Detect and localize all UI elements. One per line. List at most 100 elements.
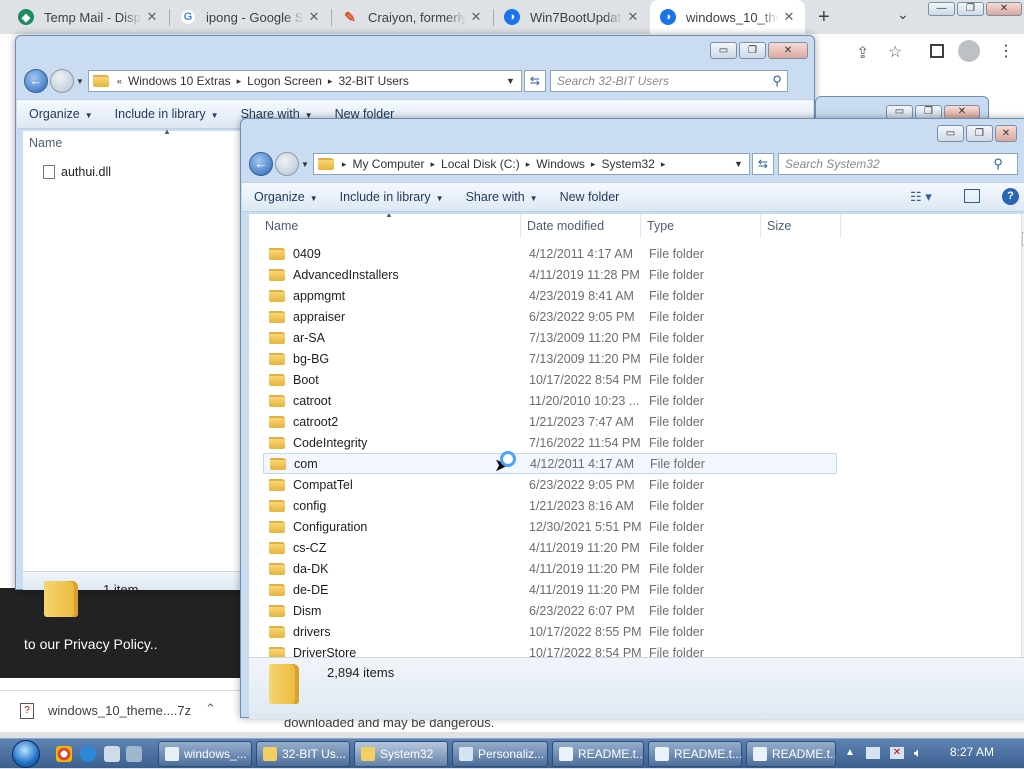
control-panel-icon[interactable]: [126, 746, 142, 762]
breadcrumb-item[interactable]: Windows: [536, 157, 585, 171]
share-icon[interactable]: ⇪: [856, 43, 869, 63]
column-header-name[interactable]: Name: [23, 131, 253, 155]
column-header-type[interactable]: Type: [641, 214, 761, 238]
browser-tab[interactable]: G ipong - Google Search ✕: [170, 0, 330, 34]
minimize-button[interactable]: ▭: [710, 42, 737, 59]
folder-row[interactable]: cs-CZ 4/11/2019 11:20 PM File folder: [263, 537, 837, 558]
taskbar-button[interactable]: 32-BIT Us...: [256, 741, 350, 767]
network-icon[interactable]: [866, 747, 880, 759]
back-arrow-icon[interactable]: ←: [249, 152, 273, 176]
bookmark-star-icon[interactable]: ☆: [888, 42, 902, 62]
close-tab-icon[interactable]: ✕: [304, 9, 324, 25]
browser-tab-active[interactable]: ◑ windows_10_theme ✕: [650, 0, 805, 34]
internet-explorer-icon[interactable]: [80, 746, 96, 762]
maximize-button[interactable]: ❐: [966, 125, 993, 142]
taskbar-button[interactable]: README.t...: [552, 741, 644, 767]
address-bar[interactable]: « Windows 10 Extras ▸ Logon Screen ▸ 32-BI…: [87, 70, 522, 92]
close-tab-icon[interactable]: ✕: [623, 9, 643, 25]
maximize-button[interactable]: ❐: [739, 42, 766, 59]
folder-row[interactable]: appraiser 6/23/2022 9:05 PM File folder: [263, 306, 837, 327]
close-button[interactable]: ✕: [995, 125, 1017, 142]
include-in-library-menu[interactable]: Include in library ▼: [115, 107, 219, 121]
chrome-icon[interactable]: [56, 746, 72, 762]
refresh-icon[interactable]: ⇆: [523, 70, 546, 92]
folder-row[interactable]: CompatTel 6/23/2022 9:05 PM File folder: [263, 474, 837, 495]
maximize-button[interactable]: ❐: [915, 105, 942, 119]
side-panel-icon[interactable]: [930, 44, 944, 58]
search-icon[interactable]: ⚲: [772, 73, 782, 89]
chevron-up-icon[interactable]: ⌃: [205, 701, 216, 717]
clock[interactable]: 8:27 AM: [950, 745, 994, 759]
taskbar-button[interactable]: README.t...: [746, 741, 836, 767]
forward-arrow-icon[interactable]: [275, 152, 299, 176]
folder-row[interactable]: da-DK 4/11/2019 11:20 PM File folder: [263, 558, 837, 579]
close-button[interactable]: ✕: [986, 2, 1022, 16]
breadcrumb-item[interactable]: 32-BIT Users: [338, 74, 408, 88]
organize-menu[interactable]: Organize ▼: [29, 107, 93, 121]
folder-row[interactable]: AdvancedInstallers 4/11/2019 11:28 PM File…: [263, 264, 837, 285]
back-arrow-icon[interactable]: ←: [24, 69, 48, 93]
folder-row[interactable]: 0409 4/12/2011 4:17 AM File folder: [263, 243, 837, 264]
tab-search-icon[interactable]: ⌄: [897, 6, 909, 23]
profile-avatar-icon[interactable]: [958, 40, 980, 62]
new-tab-button[interactable]: +: [818, 6, 830, 29]
folder-row[interactable]: Configuration 12/30/2021 5:51 PM File fold…: [263, 516, 837, 537]
folder-row[interactable]: catroot 11/20/2010 10:23 ... File folder: [263, 390, 837, 411]
breadcrumb-item[interactable]: Windows 10 Extras: [128, 74, 231, 88]
close-button[interactable]: ✕: [944, 105, 980, 119]
chevron-down-icon[interactable]: ▼: [301, 160, 309, 169]
breadcrumb-item[interactable]: Logon Screen: [247, 74, 322, 88]
taskbar-button[interactable]: README.t...: [648, 741, 742, 767]
folder-row[interactable]: Dism 6/23/2022 6:07 PM File folder: [263, 600, 837, 621]
column-header-date[interactable]: Date modified: [521, 214, 641, 238]
refresh-icon[interactable]: ⇆: [751, 153, 774, 175]
folder-row[interactable]: appmgmt 4/23/2019 8:41 AM File folder: [263, 285, 837, 306]
folder-row[interactable]: config 1/21/2023 8:16 AM File folder: [263, 495, 837, 516]
close-tab-icon[interactable]: ✕: [779, 9, 799, 25]
breadcrumb-item[interactable]: My Computer: [352, 157, 424, 171]
folder-row[interactable]: Boot 10/17/2022 8:54 PM File folder: [263, 369, 837, 390]
folder-row[interactable]: com 4/12/2011 4:17 AM File folder: [263, 453, 837, 474]
action-center-icon[interactable]: ✕: [890, 747, 904, 759]
breadcrumb-item[interactable]: System32: [601, 157, 654, 171]
folder-row[interactable]: de-DE 4/11/2019 11:20 PM File folder: [263, 579, 837, 600]
chevron-down-icon[interactable]: ▼: [76, 77, 84, 86]
search-input[interactable]: Search System32 ⚲: [777, 153, 1018, 175]
change-view-icon[interactable]: ☷ ▾: [910, 189, 932, 205]
browser-tab[interactable]: ◆ Temp Mail - Disposable ✕: [8, 0, 168, 34]
minimize-button[interactable]: ▭: [937, 125, 964, 142]
folder-row[interactable]: CodeIntegrity 7/16/2022 11:54 PM File fold…: [263, 432, 837, 453]
file-row[interactable]: authui.dll: [23, 161, 223, 182]
taskbar-button[interactable]: windows_...: [158, 741, 252, 767]
chrome-menu-icon[interactable]: ⋮: [998, 41, 1014, 61]
search-input[interactable]: Search 32-BIT Users ⚲: [549, 70, 788, 92]
minimize-button[interactable]: —: [928, 2, 955, 16]
maximize-button[interactable]: ❐: [957, 2, 984, 16]
taskbar-button[interactable]: Personaliz...: [452, 741, 548, 767]
folder-row[interactable]: drivers 10/17/2022 8:55 PM File folder: [263, 621, 837, 642]
search-icon[interactable]: ⚲: [993, 156, 1003, 172]
breadcrumb-item[interactable]: Local Disk (C:): [441, 157, 520, 171]
close-tab-icon[interactable]: ✕: [466, 9, 486, 25]
minimize-button[interactable]: ▭: [886, 105, 913, 119]
close-tab-icon[interactable]: ✕: [142, 9, 162, 25]
taskbar-button[interactable]: System32: [354, 741, 448, 767]
folder-row[interactable]: catroot2 1/21/2023 7:47 AM File folder: [263, 411, 837, 432]
tray-expand-icon[interactable]: ▲: [845, 747, 855, 758]
folder-row[interactable]: ar-SA 7/13/2009 11:20 PM File folder: [263, 327, 837, 348]
help-icon[interactable]: ?: [1002, 188, 1019, 205]
preview-pane-icon[interactable]: [964, 189, 980, 203]
browser-tab[interactable]: ✎ Craiyon, formerly DALL-E ✕: [332, 0, 492, 34]
download-filename[interactable]: windows_10_theme....7z: [48, 703, 191, 718]
share-with-menu[interactable]: Share with ▼: [466, 190, 538, 204]
folder-row[interactable]: bg-BG 7/13/2009 11:20 PM File folder: [263, 348, 837, 369]
volume-icon[interactable]: 🔈︎: [914, 745, 922, 761]
address-bar[interactable]: ▸ My Computer ▸ Local Disk (C:) ▸ Windows ▸…: [312, 153, 750, 175]
folder-row[interactable]: DriverStore 10/17/2022 8:54 PM File folder: [263, 642, 837, 657]
include-in-library-menu[interactable]: Include in library ▼: [340, 190, 444, 204]
new-folder-button[interactable]: New folder: [560, 190, 620, 204]
organize-menu[interactable]: Organize ▼: [254, 190, 318, 204]
column-header-size[interactable]: Size: [761, 214, 841, 238]
start-button[interactable]: [4, 739, 48, 769]
browser-tab[interactable]: ◑ Win7BootUpdater ✕: [494, 0, 649, 34]
